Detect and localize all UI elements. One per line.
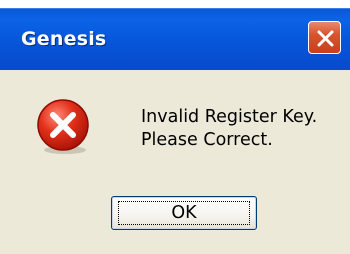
ok-button-label: OK <box>171 203 197 223</box>
message-line-1: Invalid Register Key. <box>141 107 318 127</box>
close-icon <box>317 30 334 47</box>
message-line-2: Please Correct. <box>141 130 273 150</box>
title-bar[interactable]: Genesis <box>0 8 350 71</box>
close-button[interactable] <box>308 21 341 54</box>
error-dialog: Genesis Invalid Register Key. Please Cor… <box>0 0 350 254</box>
message-text: Invalid Register Key. Please Correct. <box>141 106 317 152</box>
window-title: Genesis <box>21 28 107 50</box>
dialog-body: Invalid Register Key. Please Correct. OK <box>0 70 350 254</box>
error-icon <box>34 97 92 155</box>
ok-button[interactable]: OK <box>111 196 257 230</box>
